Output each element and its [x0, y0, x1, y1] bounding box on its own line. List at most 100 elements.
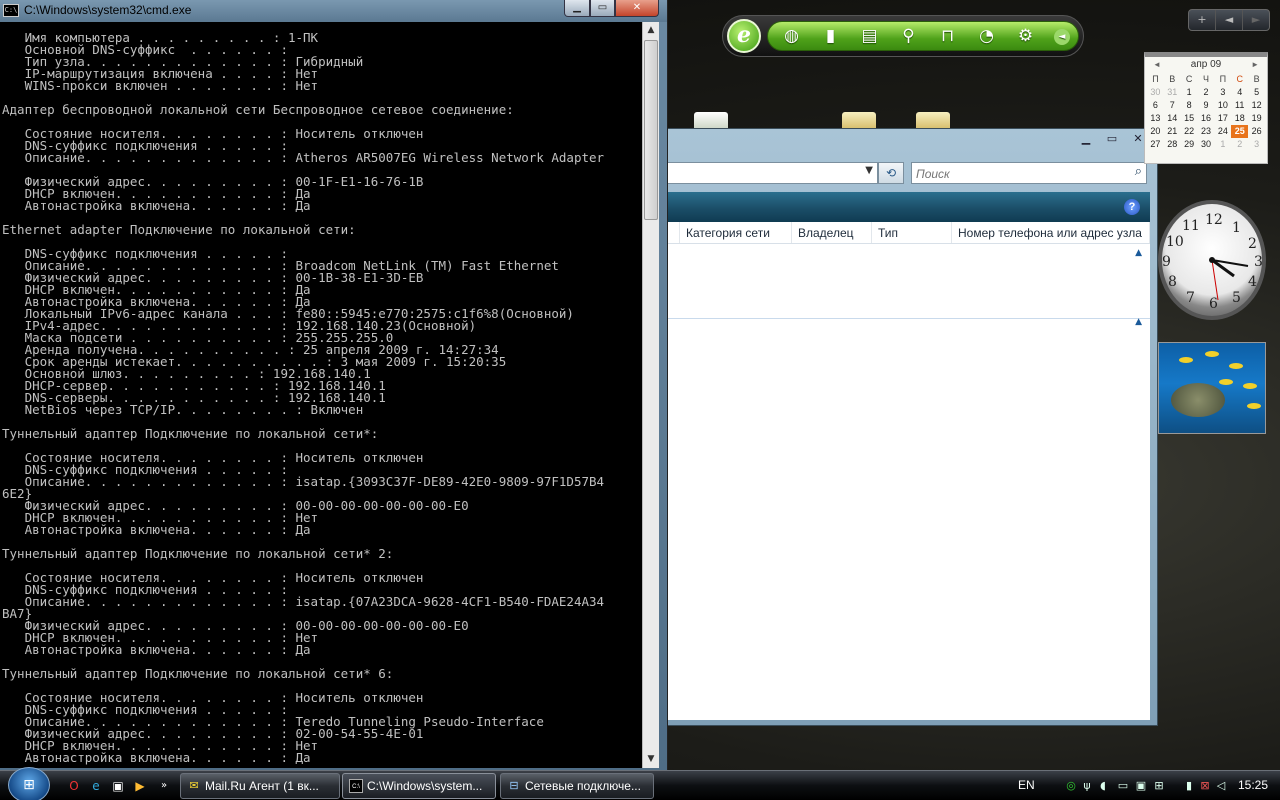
calendar-day[interactable]: 4 — [1231, 86, 1248, 99]
calendar-day[interactable]: 23 — [1198, 125, 1215, 138]
battery-icon[interactable]: ▮ — [1182, 779, 1196, 793]
add-gadget-button[interactable]: + — [1189, 10, 1216, 30]
network-connections-window[interactable]: ▁ ▭ ✕ ▼ ⟲ ⌕ ? Категория сети Владелец Ти… — [668, 128, 1158, 726]
speaker-icon[interactable]: ◖ — [1096, 779, 1110, 793]
scroll-up-icon[interactable]: ▲ — [643, 22, 659, 39]
calendar-day[interactable]: 3 — [1248, 138, 1265, 151]
column-header-category[interactable]: Категория сети — [680, 222, 792, 243]
internet-explorer-icon[interactable]: e — [88, 778, 104, 794]
column-header-owner[interactable]: Владелец — [792, 222, 872, 243]
clock-gadget[interactable]: 12 1 2 3 4 5 6 7 8 9 10 11 — [1158, 200, 1266, 320]
address-bar[interactable]: ▼ — [668, 162, 878, 184]
calendar-day[interactable]: 25 — [1231, 125, 1249, 138]
cmd-window[interactable]: C:\ C:\Windows\system32\cmd.exe ▁ ▭ ✕ Им… — [0, 0, 668, 770]
calendar-day[interactable]: 1 — [1181, 86, 1198, 99]
calendar-day[interactable]: 30 — [1147, 86, 1164, 99]
calendar-day[interactable]: 27 — [1147, 138, 1164, 151]
speedometer-icon[interactable]: ◔ — [973, 26, 1000, 46]
calendar-day[interactable]: 16 — [1198, 112, 1215, 125]
previous-page-button[interactable]: ◄ — [1216, 10, 1243, 30]
calendar-day[interactable]: 7 — [1164, 99, 1181, 112]
display-icon[interactable]: ▣ — [1134, 779, 1148, 793]
cmd-titlebar[interactable]: C:\ C:\Windows\system32\cmd.exe ▁ ▭ ✕ — [0, 0, 667, 22]
collapse-group-icon[interactable]: ▲ — [1135, 317, 1142, 327]
chevron-down-icon[interactable]: ▼ — [865, 165, 873, 176]
column-header-phone-or-host[interactable]: Номер телефона или адрес узла — [952, 222, 1150, 243]
calendar-day[interactable]: 26 — [1248, 125, 1265, 138]
volume-icon[interactable]: ◁ — [1214, 779, 1228, 793]
app-logo-icon[interactable]: e — [727, 19, 761, 53]
calendar-day[interactable]: 15 — [1181, 112, 1198, 125]
calendar-gadget[interactable]: ◄ апр 09 ► П В С Ч П С В 30 31 1 2 3 4 5 6 7 8 9 10 11 12 13 1… — [1144, 52, 1268, 164]
language-indicator[interactable]: EN — [1018, 778, 1035, 792]
calendar-day[interactable]: 12 — [1248, 99, 1265, 112]
calendar-day[interactable]: 11 — [1231, 99, 1248, 112]
desktop-file-icon[interactable] — [694, 112, 728, 128]
calendar-day[interactable]: 18 — [1231, 112, 1248, 125]
desktop-folder-icon[interactable] — [842, 112, 876, 128]
calendar-day[interactable]: 6 — [1147, 99, 1164, 112]
close-button[interactable]: ✕ — [615, 0, 659, 17]
gear-icon[interactable]: ⚙ — [1012, 26, 1039, 46]
minimize-button[interactable]: ▁ — [564, 0, 590, 17]
calendar-day[interactable]: 5 — [1248, 86, 1265, 99]
search-icon[interactable]: ⌕ — [1135, 164, 1142, 179]
calendar-day[interactable]: 31 — [1164, 86, 1181, 99]
minimize-button[interactable]: ▁ — [1073, 131, 1099, 148]
taskbar-button-mail-agent[interactable]: ✉ Mail.Ru Агент (1 вк... — [180, 773, 340, 799]
quick-launch-expand-icon[interactable]: » — [156, 778, 172, 794]
calendar-day[interactable]: 2 — [1231, 138, 1248, 151]
globe-icon[interactable]: ◍ — [778, 26, 805, 46]
scrollbar-thumb[interactable] — [644, 40, 658, 220]
media-player-icon[interactable]: ▶ — [132, 778, 148, 794]
calendar-day[interactable]: 19 — [1248, 112, 1265, 125]
network-content-pane[interactable]: ? Категория сети Владелец Тип Номер теле… — [668, 192, 1150, 720]
calendar-day[interactable]: 9 — [1198, 99, 1215, 112]
previous-month-icon[interactable]: ◄ — [1153, 57, 1161, 73]
opera-icon[interactable]: O — [66, 778, 82, 794]
help-button[interactable]: ? — [1124, 199, 1140, 215]
maximize-button[interactable]: ▭ — [1099, 131, 1125, 148]
calendar-day[interactable]: 8 — [1181, 99, 1198, 112]
refresh-button[interactable]: ⟲ — [878, 162, 904, 184]
messenger-tray-icon[interactable]: ◎ — [1064, 779, 1078, 793]
calendar-day[interactable]: 24 — [1214, 125, 1231, 138]
calendar-day[interactable]: 2 — [1198, 86, 1215, 99]
search-box[interactable]: ⌕ — [911, 162, 1147, 184]
taskbar-button-network[interactable]: ⊟ Сетевые подключе... — [500, 773, 654, 799]
console-output-area[interactable]: Имя компьютера . . . . . . . . . : 1-ПК … — [0, 22, 642, 768]
network-status-icon[interactable]: ⊠ — [1198, 779, 1212, 793]
calendar-day[interactable]: 17 — [1214, 112, 1231, 125]
calendar-day[interactable]: 30 — [1198, 138, 1215, 151]
maximize-button[interactable]: ▭ — [590, 0, 615, 17]
calendar-day[interactable]: 3 — [1214, 86, 1231, 99]
clock-time[interactable]: 15:25 — [1238, 778, 1268, 792]
radio-icon[interactable]: ▤ — [856, 26, 883, 46]
column-header-type[interactable]: Тип — [872, 222, 952, 243]
collapse-group-icon[interactable]: ▲ — [1135, 248, 1142, 258]
battery-icon[interactable]: ▮ — [817, 26, 844, 46]
search-input[interactable] — [912, 164, 1112, 184]
show-desktop-icon[interactable]: ▣ — [110, 778, 126, 794]
calendar-day[interactable]: 20 — [1147, 125, 1164, 138]
desktop-folder-icon[interactable] — [916, 112, 950, 128]
scroll-down-icon[interactable]: ▼ — [643, 751, 659, 768]
slideshow-gadget[interactable] — [1158, 342, 1266, 434]
taskbar-button-cmd[interactable]: C:\ C:\Windows\system... — [342, 773, 496, 799]
start-button[interactable]: ⊞ — [8, 767, 50, 800]
lock-icon[interactable]: ⊓ — [934, 26, 961, 46]
calendar-day[interactable]: 21 — [1164, 125, 1181, 138]
monitor-icon[interactable]: ▭ — [1116, 779, 1130, 793]
calendar-day[interactable]: 22 — [1181, 125, 1198, 138]
pin-icon[interactable]: ⚲ — [895, 26, 922, 46]
calendar-day[interactable]: 10 — [1214, 99, 1231, 112]
calendar-day[interactable]: 1 — [1214, 138, 1231, 151]
collapse-arrow-icon[interactable]: ◄ — [1054, 29, 1070, 45]
calendar-day[interactable]: 14 — [1164, 112, 1181, 125]
wireless-icon[interactable]: ψ — [1080, 779, 1094, 793]
console-scrollbar[interactable]: ▲ ▼ — [642, 22, 659, 768]
calendar-day[interactable]: 29 — [1181, 138, 1198, 151]
next-page-button[interactable]: ► — [1243, 10, 1269, 30]
next-month-icon[interactable]: ► — [1251, 57, 1259, 73]
console-icon[interactable]: C:\ — [3, 4, 19, 17]
